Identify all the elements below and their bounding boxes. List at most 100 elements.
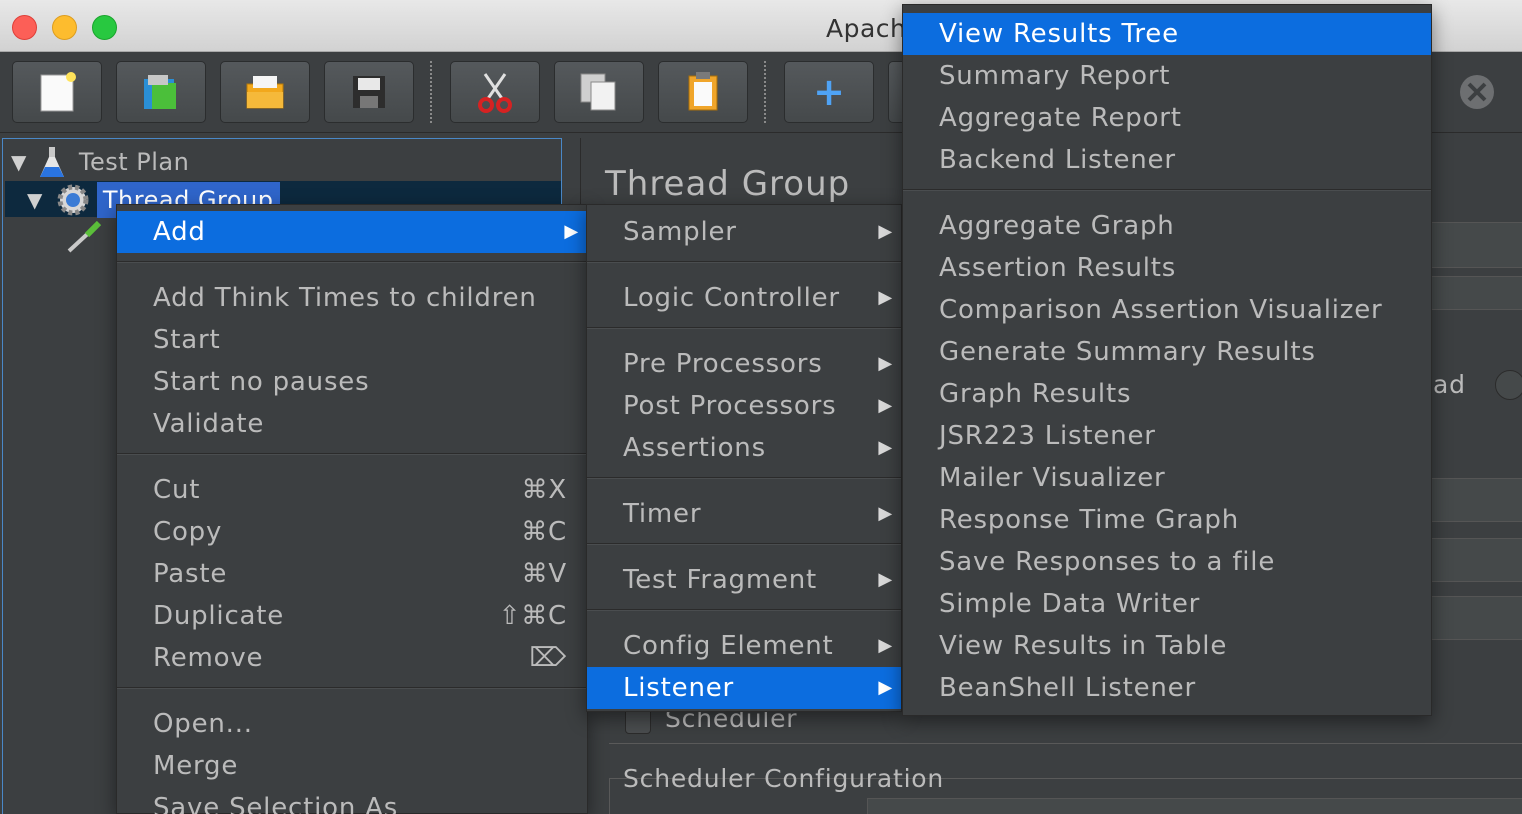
menu-item-view-results-tree[interactable]: View Results Tree (903, 13, 1431, 55)
menu-separator (587, 477, 901, 479)
menu-item-post-processors[interactable]: Post Processors ▶ (587, 385, 901, 427)
templates-icon (144, 75, 176, 109)
open-icon (246, 76, 284, 109)
menu-separator (903, 189, 1431, 191)
menu-item-label: View Results in Table (939, 631, 1228, 661)
submenu-arrow-icon: ▶ (878, 503, 893, 524)
toolbar-separator (764, 61, 766, 123)
menu-item-add[interactable]: Add ▶ (117, 211, 587, 253)
flask-icon (39, 147, 64, 177)
submenu-arrow-icon: ▶ (878, 635, 893, 656)
window-minimize-button[interactable] (52, 15, 77, 40)
menu-item-save-responses-to-a-file[interactable]: Save Responses to a file (903, 541, 1431, 583)
menu-item-test-fragment[interactable]: Test Fragment ▶ (587, 559, 901, 601)
menu-item-cut[interactable]: Cut ⌘X (117, 469, 587, 511)
tree-item-test-plan[interactable]: ▼ Test Plan (11, 143, 189, 181)
menu-item-label: Mailer Visualizer (939, 463, 1166, 493)
submenu-arrow-icon: ▶ (878, 287, 893, 308)
delete-key-icon: ⌦ (529, 643, 567, 673)
menu-item-beanshell-listener[interactable]: BeanShell Listener (903, 667, 1431, 709)
menu-item-duplicate[interactable]: Duplicate ⇧⌘C (117, 595, 587, 637)
menu-item-aggregate-graph[interactable]: Aggregate Graph (903, 205, 1431, 247)
menu-item-generate-summary-results[interactable]: Generate Summary Results (903, 331, 1431, 373)
expand-button[interactable]: + (784, 61, 874, 123)
loop-count-field[interactable] (1431, 596, 1522, 640)
expand-triangle-icon[interactable]: ▼ (11, 150, 27, 174)
menu-item-merge[interactable]: Merge (117, 745, 587, 787)
submenu-arrow-icon: ▶ (564, 221, 579, 242)
menu-item-label: Assertion Results (939, 253, 1177, 283)
menu-item-copy[interactable]: Copy ⌘C (117, 511, 587, 553)
submenu-arrow-icon: ▶ (878, 437, 893, 458)
menu-item-aggregate-report[interactable]: Aggregate Report (903, 97, 1431, 139)
menu-separator (587, 543, 901, 545)
menu-item-comparison-assertion-visualizer[interactable]: Comparison Assertion Visualizer (903, 289, 1431, 331)
menu-item-label: Comparison Assertion Visualizer (939, 295, 1383, 325)
menu-item-add-think-times[interactable]: Add Think Times to children (117, 277, 587, 319)
menu-item-open[interactable]: Open... (117, 703, 587, 745)
menu-item-view-results-in-table[interactable]: View Results in Table (903, 625, 1431, 667)
menu-item-assertions[interactable]: Assertions ▶ (587, 427, 901, 469)
menu-item-save-selection-as[interactable]: Save Selection As (117, 787, 587, 814)
menu-item-logic-controller[interactable]: Logic Controller ▶ (587, 277, 901, 319)
menu-item-backend-listener[interactable]: Backend Listener (903, 139, 1431, 181)
menu-separator (117, 261, 587, 263)
context-menu: Add ▶ Add Think Times to children Start … (116, 204, 588, 814)
menu-item-simple-data-writer[interactable]: Simple Data Writer (903, 583, 1431, 625)
tree-item-child[interactable] (65, 219, 103, 257)
submenu-arrow-icon: ▶ (878, 353, 893, 374)
shortcut-label: ⇧⌘C (498, 601, 567, 631)
menu-item-remove[interactable]: Remove ⌦ (117, 637, 587, 679)
menu-item-summary-report[interactable]: Summary Report (903, 55, 1431, 97)
menu-item-listener[interactable]: Listener ▶ (587, 667, 901, 709)
duration-field[interactable] (867, 798, 1522, 814)
menu-item-mailer-visualizer[interactable]: Mailer Visualizer (903, 457, 1431, 499)
menu-item-paste[interactable]: Paste ⌘V (117, 553, 587, 595)
menu-item-pre-processors[interactable]: Pre Processors ▶ (587, 343, 901, 385)
window-close-button[interactable] (12, 15, 37, 40)
templates-button[interactable] (116, 61, 206, 123)
open-button[interactable] (220, 61, 310, 123)
action-radio[interactable] (1495, 370, 1522, 400)
new-button[interactable] (12, 61, 102, 123)
menu-item-timer[interactable]: Timer ▶ (587, 493, 901, 535)
shortcut-label: ⌘V (521, 559, 567, 589)
menu-item-config-element[interactable]: Config Element ▶ (587, 625, 901, 667)
menu-item-assertion-results[interactable]: Assertion Results (903, 247, 1431, 289)
cut-button[interactable] (450, 61, 540, 123)
menu-item-label: Response Time Graph (939, 505, 1239, 535)
expand-icon: + (813, 70, 845, 114)
shortcut-label: ⌘C (521, 517, 567, 547)
menu-item-start-no-pauses[interactable]: Start no pauses (117, 361, 587, 403)
menu-item-response-time-graph[interactable]: Response Time Graph (903, 499, 1431, 541)
tree-label: Test Plan (78, 148, 190, 176)
rampup-field[interactable] (1431, 538, 1522, 582)
menu-item-start[interactable]: Start (117, 319, 587, 361)
add-submenu: Sampler ▶ Logic Controller ▶ Pre Process… (586, 204, 902, 712)
threads-field[interactable] (1431, 478, 1522, 522)
menu-item-label: BeanShell Listener (939, 673, 1196, 703)
copy-button[interactable] (554, 61, 644, 123)
menu-item-label: JSR223 Listener (939, 421, 1156, 451)
listener-submenu: View Results Tree Summary Report Aggregate… (902, 4, 1432, 716)
action-option-label: ad (1433, 370, 1466, 399)
paste-button[interactable] (658, 61, 748, 123)
comments-field[interactable] (1431, 276, 1522, 310)
menu-item-sampler[interactable]: Sampler ▶ (587, 211, 901, 253)
scheduler-config-legend: Scheduler Configuration (623, 764, 945, 793)
clear-all-button[interactable] (1432, 61, 1522, 123)
submenu-arrow-icon: ▶ (878, 221, 893, 242)
menu-item-graph-results[interactable]: Graph Results (903, 373, 1431, 415)
menu-item-validate[interactable]: Validate (117, 403, 587, 445)
save-button[interactable] (324, 61, 414, 123)
save-icon (353, 76, 385, 108)
window-title: Apach (826, 14, 907, 43)
expand-triangle-icon[interactable]: ▼ (27, 188, 43, 212)
menu-item-jsr223-listener[interactable]: JSR223 Listener (903, 415, 1431, 457)
new-icon (40, 72, 76, 112)
name-field[interactable] (1431, 222, 1522, 268)
panel-title: Thread Group (605, 164, 851, 204)
menu-item-label: Graph Results (939, 379, 1132, 409)
gear-icon (57, 184, 89, 216)
window-maximize-button[interactable] (92, 15, 117, 40)
